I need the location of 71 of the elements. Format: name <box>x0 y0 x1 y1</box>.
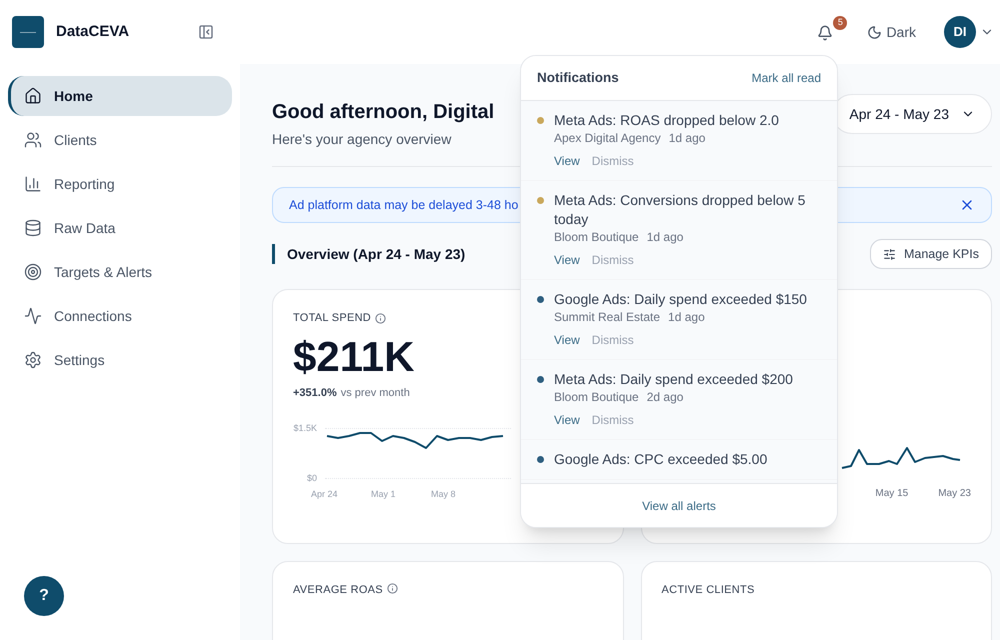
client-name: Bloom Boutique <box>554 389 639 406</box>
kpi-label: AVERAGE ROAS <box>293 583 383 598</box>
panel-title: Notifications <box>537 68 619 87</box>
kpi-value: $211K <box>293 332 414 382</box>
axis-label: May 8 <box>431 488 455 501</box>
notification-time: 1d ago <box>668 130 706 147</box>
sidebar-item[interactable]: Reporting <box>8 164 232 204</box>
logo <box>12 16 44 48</box>
settings-icon <box>24 351 42 369</box>
notification-title: Google Ads: Daily spend exceeded $150 <box>554 290 807 309</box>
pulse-icon <box>24 307 42 325</box>
home-icon <box>24 87 42 105</box>
notification-item[interactable]: Google Ads: CPC exceeded $5.00 <box>521 440 837 480</box>
notification-item[interactable]: Meta Ads: Conversions dropped below 5 today Bloom Boutique 1d ago View Dismiss <box>521 181 837 280</box>
section-title: Overview (Apr 24 - May 23) <box>272 244 466 264</box>
notification-item[interactable]: Google Ads: Daily spend exceeded $150 Summit Real Estate 1d ago View Dismiss <box>521 280 837 360</box>
notification-title: Meta Ads: Daily spend exceeded $200 <box>554 370 793 389</box>
moon-icon <box>867 24 882 40</box>
manage-kpis-button[interactable]: Manage KPIs <box>870 239 992 269</box>
help-button[interactable]: ? <box>24 576 64 616</box>
notification-title: Meta Ads: Conversions dropped below 5 today <box>554 191 806 229</box>
client-name: Bloom Boutique <box>554 229 639 246</box>
notification-item[interactable]: Meta Ads: ROAS dropped below 2.0 Apex Digital Agency 1d ago View Dismiss <box>521 101 837 181</box>
change-value: +351.0% <box>293 386 337 401</box>
notification-title: Meta Ads: ROAS dropped below 2.0 <box>554 111 779 130</box>
sidebar-item[interactable]: Home <box>8 76 232 116</box>
bar-chart-icon <box>24 175 42 193</box>
axis-label: May 15 <box>875 487 908 501</box>
info-icon <box>386 583 398 594</box>
notification-count: 5 <box>833 16 848 30</box>
kpi-label: TOTAL SPEND <box>293 311 372 326</box>
greeting-subtitle: Here's your agency overview <box>272 130 452 149</box>
axis-label: May 23 <box>938 487 971 501</box>
collapse-sidebar-icon[interactable] <box>198 24 214 40</box>
sidebar-item[interactable]: Connections <box>8 296 232 336</box>
banner-text: Ad platform data may be delayed 3-48 ho <box>289 196 518 214</box>
client-name: Summit Real Estate <box>554 309 660 326</box>
theme-toggle[interactable]: Dark <box>867 22 916 42</box>
user-menu[interactable]: DI <box>944 16 994 48</box>
notifications-button[interactable] <box>817 25 834 41</box>
view-all-alerts-link[interactable]: View all alerts <box>642 496 716 514</box>
view-link[interactable]: View <box>554 153 580 170</box>
axis-label: Apr 24 <box>311 488 335 501</box>
sidebar-item[interactable]: Settings <box>8 340 232 380</box>
info-icon <box>375 312 386 324</box>
notification-item[interactable]: Meta Ads: Daily spend exceeded $200 Bloom Boutique 2d ago View Dismiss <box>521 360 837 440</box>
axis-label: $0 <box>306 472 317 484</box>
avatar: DI <box>944 16 976 48</box>
kpi-label: ACTIVE CLIENTS <box>662 583 755 598</box>
database-icon <box>24 219 42 237</box>
mark-all-read-link[interactable]: Mark all read <box>752 69 821 87</box>
view-link[interactable]: View <box>554 412 580 429</box>
sidebar-item[interactable]: Clients <box>8 120 232 160</box>
view-link[interactable]: View <box>554 252 580 269</box>
axis-label: $1.5K <box>293 422 317 434</box>
notification-time: 1d ago <box>646 229 684 246</box>
target-icon <box>24 263 42 281</box>
sidebar-item[interactable]: Raw Data <box>8 208 232 248</box>
sidebar-item[interactable]: Targets & Alerts <box>8 252 232 292</box>
notification-time: 2d ago <box>646 389 684 406</box>
client-name: Apex Digital Agency <box>554 130 661 147</box>
sliders-icon <box>882 248 896 260</box>
bell-icon <box>817 25 834 41</box>
axis-label: May 1 <box>371 488 395 501</box>
brand-name: DataCEVA <box>56 22 130 42</box>
users-icon <box>24 131 42 149</box>
notification-time: 1d ago <box>668 309 705 326</box>
view-link[interactable]: View <box>554 332 580 349</box>
notification-title: Google Ads: CPC exceeded $5.00 <box>554 450 768 469</box>
change-note: vs prev month <box>340 386 410 401</box>
greeting-title: Good afternoon, Digital <box>272 100 494 125</box>
